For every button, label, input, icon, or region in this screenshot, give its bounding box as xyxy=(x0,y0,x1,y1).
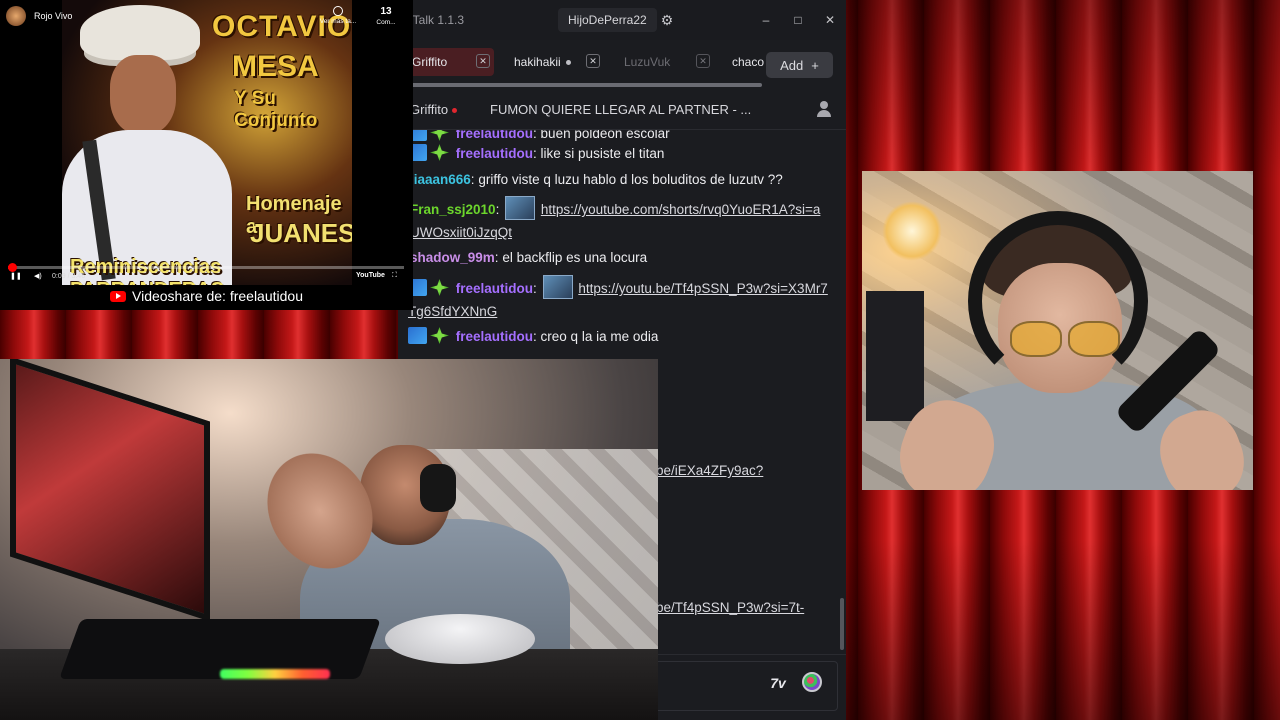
poster xyxy=(866,291,924,421)
subscriber-badge-icon xyxy=(408,327,427,344)
chat-message: Fran_ssj2010: https://youtube.com/shorts… xyxy=(410,196,830,244)
clock-icon xyxy=(333,6,343,16)
tab-chaco[interactable]: chaco xyxy=(718,48,764,76)
face-illustration xyxy=(110,55,176,135)
share-count: 13 xyxy=(380,6,392,17)
tab-label: Griffito xyxy=(412,55,448,69)
album-subtitle: Y Su Conjunto xyxy=(234,88,318,131)
chat-username[interactable]: freelautidou xyxy=(456,146,533,161)
stream-title: FUMON QUIERE LLEGAR AL PARTNER - ... xyxy=(490,102,752,117)
videoshare-overlay: OCTAVIO MESA Y Su Conjunto Homenaje a JU… xyxy=(0,0,413,310)
tab-luzuvuk[interactable]: LuzuVuk ✕ xyxy=(610,48,714,76)
live-dot-icon xyxy=(452,108,458,114)
chat-message: freelautidou: https://youtu.be/Tf4pSSN_P… xyxy=(408,275,828,323)
channel-avatar[interactable] xyxy=(6,6,26,26)
tab-hakihakii[interactable]: hakihakii ✕ xyxy=(500,48,604,76)
maximize-icon[interactable]: □ xyxy=(782,0,814,40)
chat-message: jiaaan666: griffo viste q luzu hablo d l… xyxy=(410,172,783,187)
add-channel-button[interactable]: Add + xyxy=(766,52,833,78)
settings-gear-icon[interactable]: ⚙ xyxy=(653,8,681,32)
tab-close-icon[interactable]: ✕ xyxy=(586,54,600,68)
sparkle-badge-icon xyxy=(430,144,449,161)
add-button-label: Add xyxy=(780,57,804,73)
glasses-right-lens xyxy=(1068,321,1120,357)
rgb-lighting xyxy=(220,669,330,679)
room-camera-feed xyxy=(0,359,658,720)
tab-label: chaco xyxy=(732,55,764,69)
channel-tabbar: Griffito ✕ hakihakii ✕ LuzuVuk ✕ chaco A… xyxy=(398,40,846,90)
share-button[interactable]: 13 Com... xyxy=(366,6,406,26)
headphones xyxy=(968,211,1148,391)
chat-message: shadow_99m: el backflip es una locura xyxy=(410,250,648,265)
chat-link[interactable]: be/iEXa4ZFy9ac? xyxy=(656,463,763,478)
account-selector[interactable]: HijoDePerra22 xyxy=(558,8,657,32)
plus-icon: + xyxy=(811,57,819,73)
monitor xyxy=(10,359,210,622)
chat-text: buen poldeon escolar xyxy=(540,130,670,141)
album-cover-thumbnail[interactable]: OCTAVIO MESA Y Su Conjunto Homenaje a JU… xyxy=(62,0,352,285)
chat-scrollbar[interactable] xyxy=(840,598,844,650)
chat-text: like si pusiste el titan xyxy=(540,146,665,161)
chat-text: creo q la ia me odia xyxy=(540,329,659,344)
videoshare-caption: Videoshare de: freelautidou xyxy=(0,285,413,307)
chat-username[interactable]: freelautidou xyxy=(456,329,533,344)
window-controls: – □ ✕ xyxy=(750,0,846,40)
tab-close-icon[interactable]: ✕ xyxy=(476,54,490,68)
watch-later-label: Ver más ta... xyxy=(319,18,357,25)
chat-message: freelautidou: creo q la ia me odia xyxy=(408,325,828,348)
video-time: 0:09 / 3:46 xyxy=(52,273,86,280)
chat-text: griffo viste q luzu hablo d los boludito… xyxy=(478,172,783,187)
youtube-logo[interactable]: YouTube xyxy=(356,272,385,279)
videoshare-caption-text: Videoshare de: freelautidou xyxy=(132,288,303,304)
video-controls: ❚❚ ◀) 0:09 / 3:46 YouTube ⛶ xyxy=(10,272,406,284)
album-artist-last-name: MESA xyxy=(232,50,319,83)
pause-icon[interactable]: ❚❚ xyxy=(10,272,22,280)
channel-name[interactable]: Griffito xyxy=(410,102,458,117)
link-thumbnail[interactable] xyxy=(542,275,573,299)
youtube-icon xyxy=(110,290,126,302)
fullscreen-icon[interactable]: ⛶ xyxy=(392,272,397,280)
minimize-icon[interactable]: – xyxy=(750,0,782,40)
user-list-icon[interactable] xyxy=(816,100,832,118)
video-channel-name[interactable]: Rojo Vivo xyxy=(34,11,72,21)
volume-icon[interactable]: ◀) xyxy=(34,272,42,280)
chat-message-partial: be/Tf4pSSN_P3w?si=7t- xyxy=(656,596,826,619)
channel-header: Griffito FUMON QUIERE LLEGAR AL PARTNER … xyxy=(398,90,846,130)
sparkle-badge-icon xyxy=(430,130,449,141)
glasses-left-lens xyxy=(1010,321,1062,357)
hat-illustration xyxy=(80,5,200,60)
watch-later-button[interactable]: Ver más ta... xyxy=(318,6,358,25)
link-thumbnail[interactable] xyxy=(505,196,536,220)
tab-close-icon[interactable]: ✕ xyxy=(696,54,710,68)
tabs-scrollbar[interactable] xyxy=(398,83,762,87)
channel-name-text: Griffito xyxy=(410,102,449,117)
chat-username[interactable]: jiaaan666 xyxy=(410,172,471,187)
album-tribute-name: JUANES xyxy=(250,218,352,248)
chat-text: el backflip es una locura xyxy=(502,250,648,265)
tab-label: LuzuVuk xyxy=(624,55,671,69)
chat-message: freelautidou: like si pusiste el titan xyxy=(408,142,828,165)
progress-scrubber[interactable] xyxy=(7,263,17,272)
chat-username[interactable]: freelautidou xyxy=(456,130,533,141)
live-indicator-icon xyxy=(565,59,571,65)
headphones xyxy=(420,464,456,512)
sparkle-badge-icon xyxy=(430,327,449,344)
share-label: Com... xyxy=(376,19,396,26)
emote-picker-icon[interactable] xyxy=(802,672,822,692)
seventv-emote-button[interactable]: 7v xyxy=(764,671,792,695)
chat-message-partial: be/iEXa4ZFy9ac? xyxy=(656,459,826,482)
lamp xyxy=(882,201,942,261)
face-camera-feed xyxy=(862,171,1253,490)
video-progress-bar[interactable] xyxy=(7,263,404,272)
close-icon[interactable]: ✕ xyxy=(814,0,846,40)
chat-username[interactable]: freelautidou xyxy=(456,281,533,296)
chat-username[interactable]: Fran_ssj2010 xyxy=(410,202,496,217)
tab-label: hakihakii xyxy=(514,55,561,69)
titlebar: ickTalk 1.1.3 HijoDePerra22 ⚙ – □ ✕ xyxy=(398,0,846,40)
sparkle-badge-icon xyxy=(430,279,449,296)
video-channel-info[interactable]: Rojo Vivo xyxy=(6,6,72,26)
mouse xyxy=(385,614,535,664)
chat-link[interactable]: be/Tf4pSSN_P3w?si=7t- xyxy=(656,600,804,615)
chat-username[interactable]: shadow_99m xyxy=(410,250,495,265)
